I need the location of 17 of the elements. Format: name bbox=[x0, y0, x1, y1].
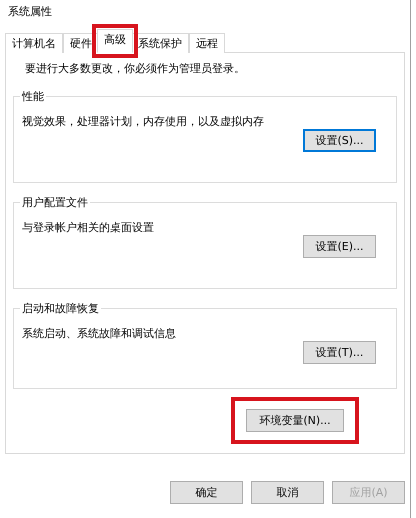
group-title: 启动和故障恢复 bbox=[21, 301, 100, 316]
settings-button[interactable]: 设置(T)... bbox=[303, 341, 376, 364]
group-description: 系统启动、系统故障和调试信息 bbox=[22, 326, 177, 341]
admin-notice: 要进行大多数更改，你必须作为管理员登录。 bbox=[24, 61, 246, 77]
settings-button[interactable]: 设置(E)... bbox=[303, 235, 376, 258]
environment-variables-button[interactable]: 环境变量(N)... bbox=[246, 409, 344, 432]
dialog-button[interactable]: 确定 bbox=[170, 481, 243, 504]
window-title: 系统属性 bbox=[7, 4, 53, 20]
tab[interactable]: 计算机名 bbox=[5, 33, 63, 53]
group-description: 视觉效果，处理器计划，内存使用，以及虚拟内存 bbox=[22, 114, 265, 129]
tab[interactable]: 系统保护 bbox=[131, 33, 189, 53]
group-title: 用户配置文件 bbox=[21, 195, 89, 210]
group-title: 性能 bbox=[20, 89, 45, 104]
group-description: 与登录帐户相关的桌面设置 bbox=[22, 220, 155, 235]
tab[interactable]: 远程 bbox=[189, 33, 225, 53]
settings-button[interactable]: 设置(S)... bbox=[303, 129, 376, 152]
dialog-button[interactable]: 取消 bbox=[251, 481, 324, 504]
